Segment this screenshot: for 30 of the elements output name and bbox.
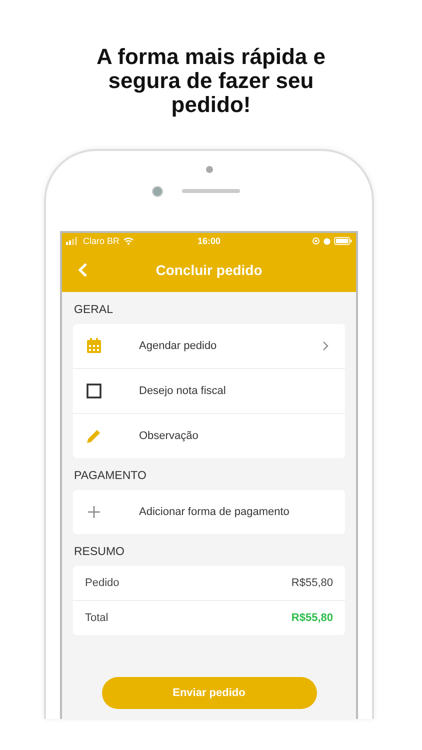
pencil-icon [85,427,103,445]
chevron-right-icon [322,341,329,351]
list-row[interactable]: Desejo nota fiscal [73,368,345,413]
row-label: Observação [139,430,200,442]
total-amount: R$55,80 [291,612,333,624]
section-title: PAGAMENTO [73,469,148,484]
screen-title: Concluir pedido [156,262,262,278]
calendar-icon [85,337,103,355]
signal-icon [66,236,80,244]
sensor-dot [206,166,213,173]
list-row[interactable]: Adicionar forma de pagamento [73,490,345,534]
summary-label: Total [85,612,108,624]
section-title: GERAL [73,303,114,318]
battery-icon [334,236,352,244]
summary-amount: R$55,80 [291,577,333,589]
carrier-name: Claro BR [83,236,120,246]
summary-label: Pedido [85,577,120,589]
speaker-grille [182,189,240,193]
camera-dot [152,186,163,197]
row-label: Adicionar forma de pagamento [139,506,290,518]
row-label: Desejo nota fiscal [139,385,227,397]
checkbox[interactable] [85,382,103,400]
list-row[interactable]: Agendar pedido [73,324,345,368]
headline: A forma mais rápida e segura de fazer seu pedido! [95,45,327,117]
plus-icon [85,503,103,521]
list-row[interactable]: Observação [73,413,345,458]
status-time: 16:00 [196,236,222,246]
section-title: RESUMO [73,545,126,560]
row-label: Agendar pedido [139,340,218,352]
wifi-icon [122,236,134,244]
